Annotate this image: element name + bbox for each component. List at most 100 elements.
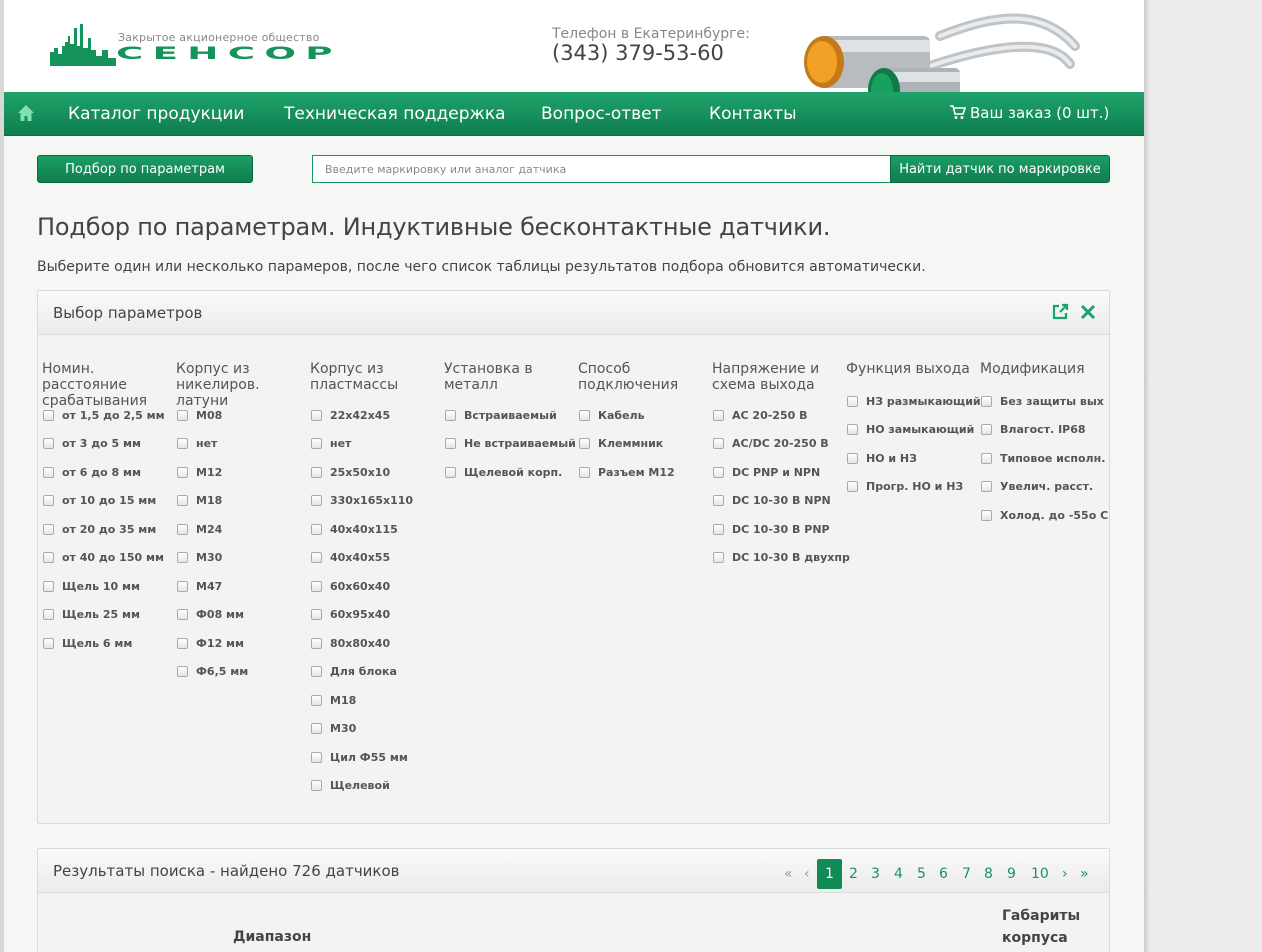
checkbox[interactable] [311,723,322,735]
param-option[interactable]: Ф6,5 мм [176,658,310,687]
param-option[interactable]: НО замыкающий [846,416,980,445]
param-option[interactable]: DC 10-30 В двухпр [712,544,850,573]
checkbox[interactable] [177,609,188,621]
pager-page-3[interactable]: 3 [871,859,880,889]
param-option[interactable]: М24 [176,515,310,544]
param-option[interactable]: Для блока [310,658,444,687]
param-option[interactable]: Ф12 мм [176,629,310,658]
param-option[interactable]: Цил Ф55 мм [310,743,444,772]
pager-last[interactable]: » [1080,859,1089,889]
param-option[interactable]: Щель 6 мм [42,629,176,658]
param-option[interactable]: Разъем М12 [578,458,712,487]
checkbox[interactable] [713,523,724,535]
param-option[interactable]: Кабель [578,401,712,430]
pager-page-10[interactable]: 10 [1031,859,1049,889]
param-option[interactable]: Влагост. IP68 [980,416,1114,445]
checkbox[interactable] [981,509,992,521]
param-option[interactable]: Не встраиваемый [444,430,578,459]
checkbox[interactable] [579,438,590,450]
checkbox[interactable] [445,466,456,478]
checkbox[interactable] [713,409,724,421]
pager-prev[interactable]: ‹ [804,859,810,889]
checkbox[interactable] [311,694,322,706]
param-option[interactable]: Встраиваемый [444,401,578,430]
checkbox[interactable] [311,495,322,507]
checkbox[interactable] [177,438,188,450]
checkbox[interactable] [311,609,322,621]
table-header-range[interactable]: Диапазон [233,929,311,945]
checkbox[interactable] [579,409,590,421]
param-option[interactable]: Прогр. НО и НЗ [846,473,980,502]
param-option[interactable]: Без защиты вых [980,387,1114,416]
checkbox[interactable] [311,780,322,792]
checkbox[interactable] [713,466,724,478]
checkbox[interactable] [177,495,188,507]
pager-page-5[interactable]: 5 [917,859,926,889]
checkbox[interactable] [981,395,992,407]
param-option[interactable]: М30 [310,715,444,744]
checkbox[interactable] [311,666,322,678]
param-option[interactable]: Увелич. расст. [980,473,1114,502]
param-option[interactable]: AC/DC 20-250 В [712,430,846,459]
pager-first[interactable]: « [784,859,793,889]
param-option[interactable]: Клеммник [578,430,712,459]
pager-page-8[interactable]: 8 [984,859,993,889]
param-option[interactable]: Ф08 мм [176,601,310,630]
checkbox[interactable] [445,409,456,421]
checkbox[interactable] [43,609,54,621]
param-option[interactable]: НЗ размыкающий [846,387,981,416]
checkbox[interactable] [177,666,188,678]
search-input[interactable] [312,155,892,183]
pager-page-4[interactable]: 4 [894,859,903,889]
param-option[interactable]: нет [176,430,310,459]
param-option[interactable]: НО и НЗ [846,444,980,473]
home-icon[interactable] [16,103,36,123]
pager-page-1[interactable]: 1 [817,859,842,889]
param-option[interactable]: М18 [176,487,310,516]
param-option[interactable]: нет [310,430,444,459]
checkbox[interactable] [713,438,724,450]
checkbox[interactable] [847,395,858,407]
param-option[interactable]: от 6 до 8 мм [42,458,176,487]
param-option[interactable]: Холод. до -55o С [980,501,1114,530]
param-option[interactable]: DC 10-30 В NPN [712,487,846,516]
checkbox[interactable] [311,552,322,564]
checkbox[interactable] [847,481,858,493]
table-header-dimensions[interactable]: Габариты корпуса [1002,905,1092,949]
checkbox[interactable] [43,438,54,450]
param-option[interactable]: DC 10-30 В PNP [712,515,846,544]
param-option[interactable]: от 10 до 15 мм [42,487,176,516]
param-option[interactable]: Щель 10 мм [42,572,176,601]
checkbox[interactable] [177,409,188,421]
checkbox[interactable] [311,409,322,421]
checkbox[interactable] [43,580,54,592]
param-option[interactable]: Типовое исполн. [980,444,1114,473]
pager-next[interactable]: › [1062,859,1068,889]
param-option[interactable]: DC PNP и NPN [712,458,846,487]
checkbox[interactable] [847,452,858,464]
checkbox[interactable] [43,409,54,421]
checkbox[interactable] [579,466,590,478]
pager-page-6[interactable]: 6 [939,859,948,889]
cart-link[interactable]: Ваш заказ (0 шт.) [950,104,1109,122]
param-option[interactable]: 60x95x40 [310,601,444,630]
checkbox[interactable] [43,637,54,649]
nav-item-support[interactable]: Техническая поддержка [284,104,506,124]
checkbox[interactable] [981,452,992,464]
checkbox[interactable] [43,495,54,507]
param-option[interactable]: М12 [176,458,310,487]
pager-page-2[interactable]: 2 [849,859,858,889]
param-option[interactable]: Щелевой корп. [444,458,578,487]
param-option[interactable]: 22x42x45 [310,401,444,430]
checkbox[interactable] [311,637,322,649]
param-filter-button[interactable]: Подбор по параметрам [37,155,253,183]
external-link-icon[interactable] [1051,303,1069,321]
checkbox[interactable] [177,580,188,592]
param-option[interactable]: от 40 до 150 мм [42,544,176,573]
checkbox[interactable] [43,552,54,564]
param-option[interactable]: от 3 до 5 мм [42,430,176,459]
checkbox[interactable] [311,580,322,592]
param-option[interactable]: 330x165x110 [310,487,444,516]
param-option[interactable]: AC 20-250 В [712,401,846,430]
nav-item-faq[interactable]: Вопрос-ответ [541,104,662,124]
